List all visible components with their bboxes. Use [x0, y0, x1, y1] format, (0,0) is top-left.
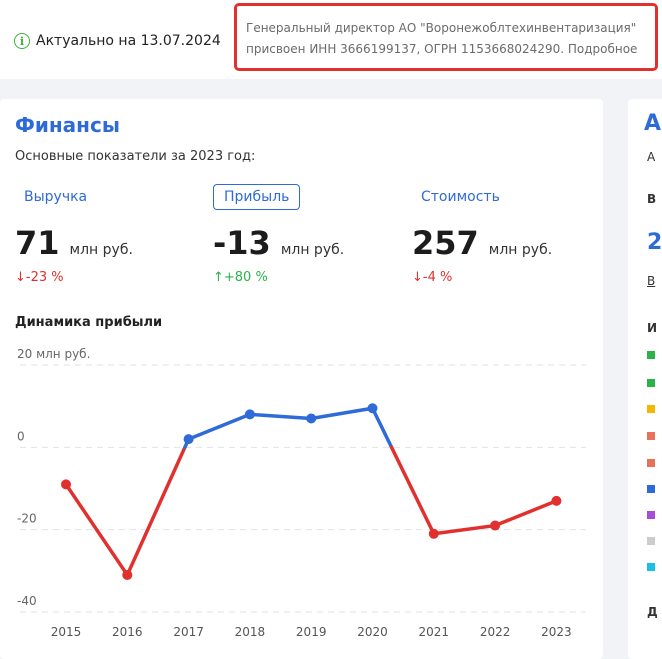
cost-change: ↓-4 %	[412, 270, 453, 285]
series-segment	[186, 412, 252, 441]
profit-value: -13 млн руб.	[213, 224, 344, 262]
series-segment	[370, 406, 394, 450]
y-tick-label: 20 млн руб.	[17, 347, 90, 361]
legend-dot	[647, 379, 655, 387]
revenue-number: 71	[15, 224, 60, 262]
actuality-status: i Актуально на 13.07.2024	[14, 31, 221, 51]
legend-dot	[647, 511, 655, 519]
data-point	[551, 495, 562, 506]
legend-dot	[647, 432, 655, 440]
x-tick-label: 2022	[480, 625, 511, 639]
data-point	[490, 520, 501, 531]
data-point	[61, 479, 71, 490]
revenue-value: 71 млн руб.	[15, 224, 133, 262]
y-tick-label: -40	[17, 594, 37, 608]
top-bar: i Актуально на 13.07.2024 Генеральный ди…	[0, 0, 662, 79]
x-tick-label: 2019	[296, 625, 327, 639]
notice-line-1: Генеральный директор АО "Воронежоблтехин…	[246, 21, 637, 35]
data-point	[367, 403, 378, 414]
x-tick-label: 2018	[235, 625, 266, 639]
side-card: А А В 2 В И Д	[628, 99, 662, 659]
notice-banner[interactable]: Генеральный директор АО "Воронежоблтехин…	[234, 3, 658, 71]
data-point	[183, 434, 194, 445]
x-tick-label: 2017	[173, 625, 204, 639]
profit-unit: млн руб.	[280, 242, 345, 258]
finance-title: Финансы	[15, 113, 120, 137]
data-point	[306, 413, 317, 424]
cost-value: 257 млн руб.	[412, 224, 552, 262]
data-point	[244, 409, 255, 420]
profit-number: -13	[213, 224, 271, 262]
legend-dot	[647, 459, 655, 467]
series-segment	[248, 412, 313, 421]
y-tick-label: 0	[17, 429, 25, 443]
legend-dot	[647, 351, 655, 359]
profit-change: ↑+80 %	[213, 270, 268, 285]
tab-profit[interactable]: Прибыль	[213, 184, 301, 210]
data-point	[122, 569, 133, 580]
finance-subtitle: Основные показатели за 2023 год:	[15, 149, 256, 164]
x-tick-label: 2020	[357, 625, 388, 639]
notice-text: Генеральный директор АО "Воронежоблтехин…	[246, 18, 655, 60]
side-card-title: А	[644, 111, 662, 136]
side-card-value: 2	[647, 230, 662, 255]
legend-dot	[647, 537, 655, 545]
dynamics-title: Динамика прибыли	[15, 315, 163, 330]
y-tick-label: -20	[17, 512, 37, 526]
x-tick-label: 2015	[51, 625, 82, 639]
legend-dot	[647, 485, 655, 493]
side-card-text: А	[647, 150, 656, 164]
cost-number: 257	[412, 224, 479, 262]
series-segment	[493, 499, 559, 528]
side-card-text: И	[647, 321, 658, 335]
side-card-link[interactable]: В	[647, 274, 655, 288]
series-segment	[125, 445, 187, 577]
cost-unit: млн руб.	[488, 242, 553, 258]
notice-line-2: присвоен ИНН 3666199137, ОГРН 1153668024…	[246, 42, 638, 56]
tab-revenue[interactable]: Выручка	[14, 184, 97, 210]
revenue-change: ↓-23 %	[15, 270, 64, 285]
x-tick-label: 2023	[541, 625, 572, 639]
x-tick-label: 2021	[419, 625, 450, 639]
side-card-text: Д	[647, 605, 658, 619]
x-tick-label: 2016	[112, 625, 143, 639]
legend-dot	[647, 405, 655, 413]
actuality-label: Актуально на 13.07.2024	[36, 33, 221, 49]
legend-dot	[647, 563, 655, 571]
tab-value[interactable]: Стоимость	[411, 184, 510, 210]
series-segment	[389, 445, 436, 536]
side-card-text: В	[647, 192, 657, 206]
profit-chart: 20 млн руб. 0 -20 -40 2015 2016 2017 2018 2019 20…	[17, 347, 586, 639]
revenue-unit: млн руб.	[69, 242, 133, 258]
data-point	[428, 528, 439, 539]
info-icon: i	[14, 33, 30, 49]
series-segment	[309, 406, 375, 421]
